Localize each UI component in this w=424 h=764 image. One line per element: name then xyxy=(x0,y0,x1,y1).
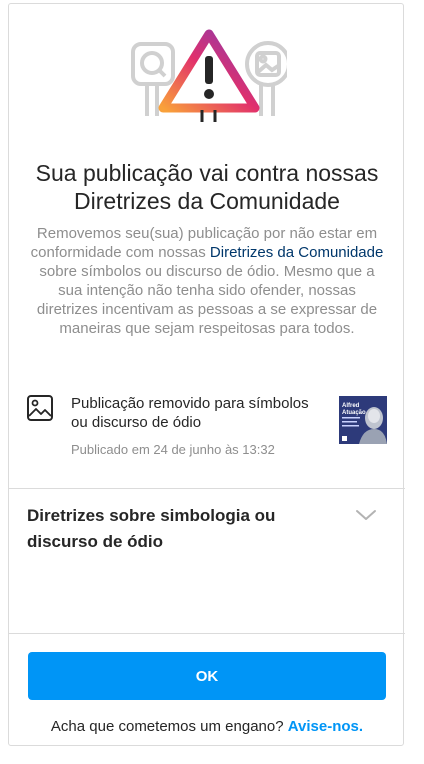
feedback-question: Acha que cometemos um engano? xyxy=(50,718,284,735)
guidelines-accordion[interactable]: Diretrizes sobre simbologia ou discurso … xyxy=(9,490,405,634)
image-icon xyxy=(27,395,53,421)
ok-button[interactable]: OK xyxy=(28,652,386,700)
community-guidelines-link[interactable]: Diretrizes da Comunidade xyxy=(210,244,383,261)
removed-post-title: Publicação removido para símbolos ou dis… xyxy=(71,395,309,431)
removed-post-date: Publicado em 24 de junho às 13:32 xyxy=(71,442,275,457)
dialog-title-line2: Diretrizes da Comunidade xyxy=(74,188,340,214)
svg-text:Atuação: Atuação xyxy=(342,410,366,416)
section-divider xyxy=(9,488,405,489)
report-mistake-link[interactable]: Avise-nos. xyxy=(288,718,363,735)
dialog-title: Sua publicação vai contra nossas Diretri… xyxy=(9,159,405,215)
warning-triangle-icon xyxy=(158,29,260,122)
dialog-description: Removemos seu(sua) publicação por não es… xyxy=(29,224,385,338)
svg-text:Alfred: Alfred xyxy=(342,403,360,409)
violation-dialog: Sua publicação vai contra nossas Diretri… xyxy=(8,3,405,746)
dialog-footer: OK Acha que cometemos um engano? Avise-n… xyxy=(9,634,405,746)
guidelines-accordion-title: Diretrizes sobre simbologia ou discurso … xyxy=(27,506,276,551)
chevron-down-icon[interactable] xyxy=(355,508,377,522)
post-thumbnail: Alfred Atuação xyxy=(339,396,387,444)
dialog-title-line1: Sua publicação vai contra nossas xyxy=(35,160,379,186)
feedback-prompt: Acha que cometemos um engano? Avise-nos. xyxy=(9,717,405,737)
removed-post-row: Publicação removido para símbolos ou dis… xyxy=(9,394,405,464)
description-text-after: sobre símbolos ou discurso de ódio. Mesm… xyxy=(36,263,378,337)
warning-illustration xyxy=(131,29,287,122)
